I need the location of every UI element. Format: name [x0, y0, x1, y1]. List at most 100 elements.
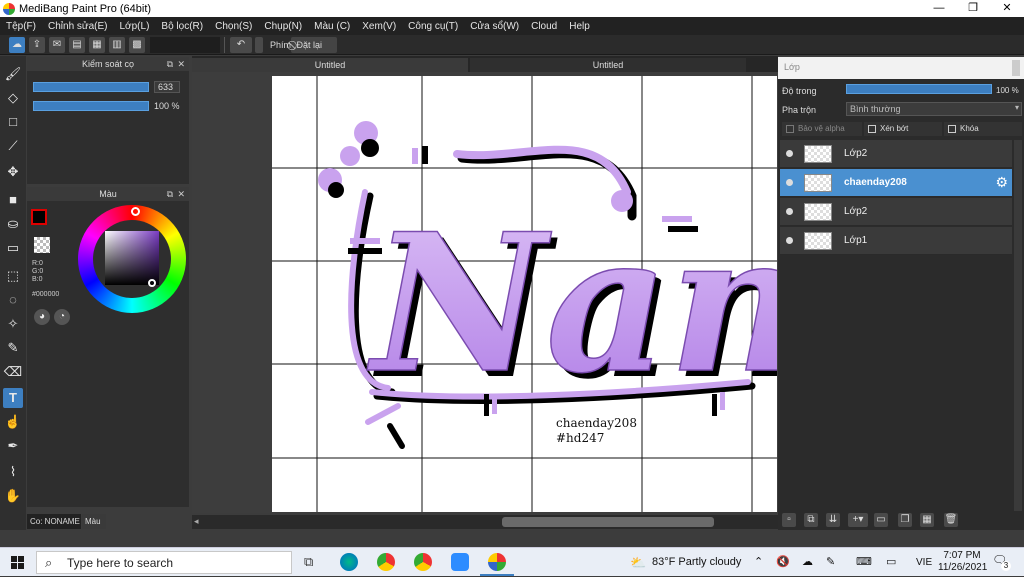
- share-icon[interactable]: ⇪: [29, 37, 45, 53]
- reset-button[interactable]: ⃠ Đặt lại: [291, 37, 337, 53]
- layer-row-selected[interactable]: chaenday208 ⚙: [780, 169, 1012, 197]
- lasso-icon[interactable]: ◌: [3, 290, 23, 310]
- menu-select[interactable]: Chọn(S): [215, 21, 252, 32]
- cloud-icon[interactable]: ☁: [9, 37, 25, 53]
- hand-icon[interactable]: ✋: [3, 486, 23, 506]
- bucket-icon[interactable]: ⛀: [3, 214, 23, 234]
- menu-filter[interactable]: Bộ lọc(R): [161, 21, 203, 32]
- weather-text[interactable]: 83°F Partly cloudy: [652, 548, 741, 577]
- saturation-square[interactable]: [105, 231, 159, 285]
- folder-icon[interactable]: ▭: [874, 513, 888, 527]
- saturation-handle[interactable]: [148, 279, 156, 287]
- display-icon[interactable]: ▭: [886, 548, 896, 577]
- maximize-button[interactable]: ❐: [956, 0, 990, 17]
- select-rect-icon[interactable]: ⬚: [3, 266, 23, 286]
- new-layer-icon[interactable]: ▫: [782, 513, 796, 527]
- undo-icon[interactable]: ↶: [230, 37, 252, 53]
- minimize-button[interactable]: —: [922, 0, 956, 17]
- windows-start-icon[interactable]: [11, 556, 24, 569]
- speaker-mute-icon[interactable]: 🔇: [776, 548, 790, 577]
- cloud-sync-icon[interactable]: ☁: [802, 548, 813, 577]
- close-icon[interactable]: ✕: [177, 187, 185, 201]
- fill-rect-icon[interactable]: ■: [3, 190, 23, 210]
- merge-layer-icon[interactable]: ⇊: [826, 513, 840, 527]
- tab-untitled-2[interactable]: Untitled: [470, 58, 746, 72]
- shape-icon[interactable]: □: [3, 112, 23, 132]
- panel-icon[interactable]: ▩: [129, 37, 145, 53]
- layer-row[interactable]: Lớp2: [780, 140, 1012, 168]
- add-layer-menu-icon[interactable]: +▾: [848, 513, 868, 527]
- lock-toggle[interactable]: Khóa: [944, 122, 1022, 136]
- blend-mode-select[interactable]: Bình thường ▾: [846, 102, 1022, 116]
- panel-scrollbar[interactable]: [1012, 60, 1020, 76]
- gradient-icon[interactable]: ▭: [3, 238, 23, 258]
- trash-icon[interactable]: 🗑: [944, 513, 958, 527]
- popout-icon[interactable]: ⧉: [167, 57, 173, 71]
- comment-icon[interactable]: ✉: [49, 37, 65, 53]
- layer-settings-icon[interactable]: ▦: [920, 513, 934, 527]
- menu-edit[interactable]: Chỉnh sửa(E): [48, 21, 108, 32]
- brush-size-slider[interactable]: [33, 82, 149, 92]
- menu-file[interactable]: Tệp(F): [6, 21, 36, 32]
- menu-snap[interactable]: Chụp(N): [264, 21, 302, 32]
- eye-icon[interactable]: [786, 179, 793, 186]
- duplicate-icon[interactable]: ❐: [898, 513, 912, 527]
- toolbar-field[interactable]: [150, 37, 220, 53]
- menu-view[interactable]: Xem(V): [362, 21, 396, 32]
- scroll-left-icon[interactable]: ◂: [194, 516, 199, 527]
- task-view-icon[interactable]: ⧉: [304, 554, 313, 570]
- layer-opacity-slider[interactable]: [846, 84, 992, 94]
- zoom-icon[interactable]: [451, 553, 469, 571]
- menu-color[interactable]: Màu (C): [314, 21, 350, 32]
- notification-icon[interactable]: 🗨 3: [992, 553, 1011, 571]
- horizontal-scrollbar[interactable]: ◂: [192, 515, 778, 529]
- foreground-color-swatch[interactable]: [31, 209, 47, 225]
- keyboard-icon[interactable]: ⌨: [856, 548, 872, 577]
- popout-icon[interactable]: ⧉: [167, 187, 173, 201]
- select-eraser-icon[interactable]: ⌫: [3, 362, 23, 382]
- document-icon[interactable]: ▦: [89, 37, 105, 53]
- move-icon[interactable]: ✥: [3, 162, 23, 182]
- transparent-swatch[interactable]: [34, 237, 50, 253]
- co-tab[interactable]: Co: NONAME: [27, 514, 81, 529]
- select-pen-icon[interactable]: ✎: [3, 338, 23, 358]
- eraser-icon[interactable]: ◇: [3, 88, 23, 108]
- copy-layer-icon[interactable]: ⧉: [804, 513, 818, 527]
- brush-opacity-slider[interactable]: [33, 101, 149, 111]
- brush-size-field[interactable]: 633: [154, 81, 180, 93]
- chrome-profile-icon[interactable]: [414, 553, 432, 571]
- close-button[interactable]: ✕: [990, 0, 1024, 17]
- taskbar-search[interactable]: ⌕ Type here to search: [36, 551, 292, 574]
- scroll-thumb[interactable]: [502, 517, 714, 527]
- note-icon[interactable]: ▤: [69, 37, 85, 53]
- menu-help[interactable]: Help: [569, 21, 590, 32]
- menu-layer[interactable]: Lớp(L): [120, 21, 150, 32]
- line-icon[interactable]: ⟋: [3, 136, 23, 156]
- medibang-icon[interactable]: [488, 553, 506, 571]
- language-indicator[interactable]: VIE: [916, 548, 932, 577]
- protect-alpha-toggle[interactable]: Bảo vệ alpha: [782, 122, 862, 136]
- brush-icon[interactable]: 🖌: [3, 64, 23, 84]
- pen-icon[interactable]: ✎: [826, 548, 835, 577]
- drawing-canvas[interactable]: Nan Nan chaenday208 #hd247: [272, 76, 777, 512]
- layer-scrollbar[interactable]: [1014, 140, 1022, 520]
- clipping-toggle[interactable]: Xén bớt: [864, 122, 942, 136]
- clock[interactable]: 7:07 PM 11/26/2021: [938, 550, 987, 574]
- chrome-icon[interactable]: [377, 553, 395, 571]
- hue-handle[interactable]: [131, 207, 140, 216]
- menu-cloud[interactable]: Cloud: [531, 21, 557, 32]
- menu-window[interactable]: Cửa sổ(W): [470, 21, 519, 32]
- text-tool-icon[interactable]: T: [3, 388, 23, 408]
- eyedropper-icon[interactable]: ⌇: [3, 462, 23, 482]
- gear-icon[interactable]: ⚙: [995, 174, 1008, 191]
- mau-tab[interactable]: Màu: [82, 514, 106, 529]
- redo-dropdown[interactable]: [255, 37, 263, 53]
- magic-wand-icon[interactable]: ✧: [3, 314, 23, 334]
- eye-icon[interactable]: [786, 150, 793, 157]
- menu-tools[interactable]: Công cụ(T): [408, 21, 458, 32]
- grid-icon[interactable]: ▥: [109, 37, 125, 53]
- dropper-icon[interactable]: ✒: [3, 436, 23, 456]
- operation-icon[interactable]: ☝: [3, 412, 23, 432]
- palette-icon[interactable]: ◕: [34, 309, 50, 325]
- palette-add-icon[interactable]: ◔: [54, 309, 70, 325]
